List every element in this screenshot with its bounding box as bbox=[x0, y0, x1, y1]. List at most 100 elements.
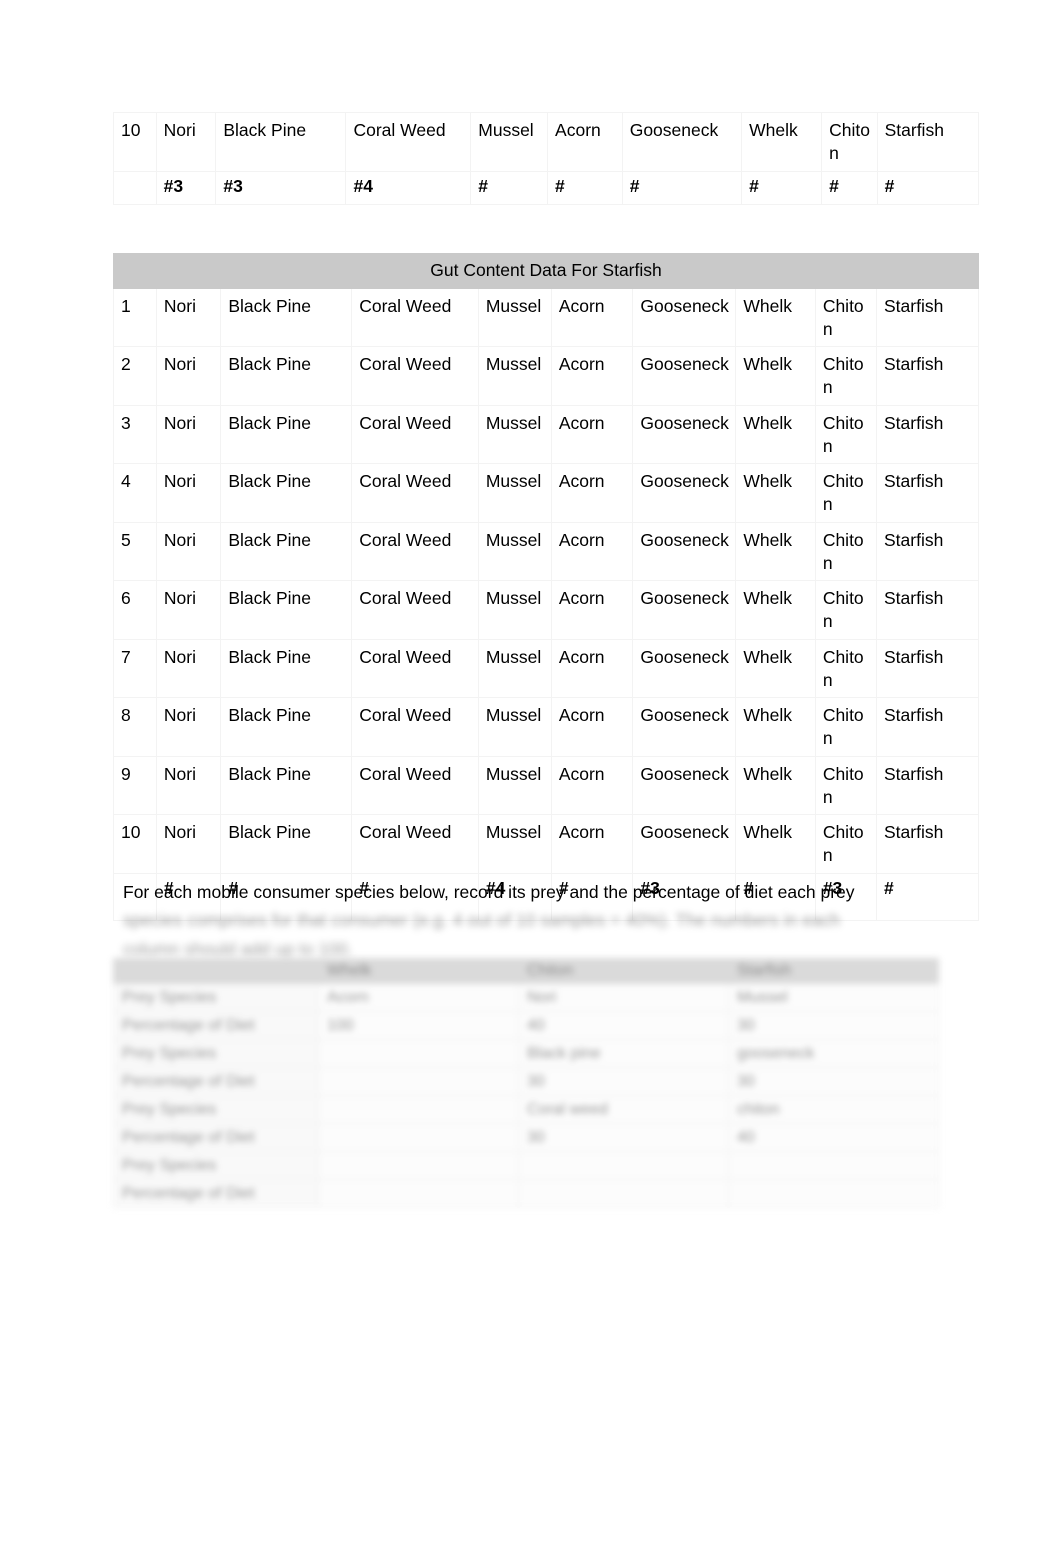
cell-mussel[interactable]: Mussel bbox=[477, 346, 552, 406]
tally-coral-weed[interactable]: #4 bbox=[345, 170, 472, 206]
cell-coral-weed[interactable]: Coral Weed bbox=[351, 638, 479, 699]
cell-starfish[interactable]: Starfish bbox=[875, 697, 980, 757]
cell-acorn[interactable]: Acorn bbox=[550, 638, 634, 699]
cell-acorn[interactable]: Acorn bbox=[550, 697, 634, 757]
cell-whelk[interactable]: Whelk bbox=[735, 580, 816, 640]
cell-gooseneck[interactable]: Gooseneck bbox=[632, 287, 737, 348]
tally-acorn[interactable]: # bbox=[547, 170, 623, 206]
cell-gooseneck[interactable]: Gooseneck bbox=[632, 638, 737, 699]
cell-mussel[interactable]: Mussel bbox=[477, 463, 552, 523]
cell-nori[interactable]: Nori bbox=[155, 697, 222, 757]
diet-cell[interactable]: Acorn bbox=[318, 983, 519, 1012]
cell-black-pine[interactable]: Black Pine bbox=[220, 287, 353, 348]
cell-acorn[interactable]: Acorn bbox=[550, 346, 634, 406]
cell-coral-weed[interactable]: Coral Weed bbox=[351, 697, 479, 757]
cell-chiton[interactable]: Chiton bbox=[814, 814, 877, 874]
cell-mussel[interactable]: Mussel bbox=[477, 521, 552, 582]
cell-chiton[interactable]: Chiton bbox=[814, 580, 877, 640]
cell-starfish[interactable]: Starfish bbox=[875, 287, 980, 348]
cell-chiton[interactable]: Chiton bbox=[814, 404, 877, 465]
diet-cell[interactable]: 40 bbox=[728, 1123, 939, 1152]
cell-starfish[interactable]: Starfish bbox=[875, 521, 980, 582]
cell-acorn[interactable]: Acorn bbox=[547, 112, 623, 172]
cell-chiton[interactable]: Chiton bbox=[814, 521, 877, 582]
tally-chiton[interactable]: # bbox=[821, 170, 878, 206]
diet-cell[interactable]: Black pine bbox=[518, 1039, 729, 1068]
tally-nori[interactable]: #3 bbox=[155, 170, 217, 206]
cell-black-pine[interactable]: Black Pine bbox=[220, 814, 353, 874]
cell-gooseneck[interactable]: Gooseneck bbox=[632, 346, 737, 406]
cell-coral-weed[interactable]: Coral Weed bbox=[351, 814, 479, 874]
cell-starfish[interactable]: Starfish bbox=[875, 638, 980, 699]
cell-chiton[interactable]: Chiton bbox=[814, 638, 877, 699]
cell-chiton[interactable]: Chiton bbox=[814, 346, 877, 406]
diet-cell[interactable]: 30 bbox=[728, 1011, 939, 1040]
cell-acorn[interactable]: Acorn bbox=[550, 463, 634, 523]
cell-acorn[interactable]: Acorn bbox=[550, 580, 634, 640]
cell-coral-weed[interactable]: Coral Weed bbox=[351, 521, 479, 582]
cell-acorn[interactable]: Acorn bbox=[550, 814, 634, 874]
cell-whelk[interactable]: Whelk bbox=[735, 404, 816, 465]
cell-black-pine[interactable]: Black Pine bbox=[220, 521, 353, 582]
diet-cell[interactable]: chiton bbox=[728, 1095, 939, 1124]
tally-whelk[interactable]: # bbox=[741, 170, 823, 206]
diet-cell[interactable] bbox=[318, 1095, 519, 1124]
cell-whelk[interactable]: Whelk bbox=[735, 697, 816, 757]
cell-chiton[interactable]: Chiton bbox=[814, 463, 877, 523]
diet-cell[interactable]: 40 bbox=[518, 1011, 729, 1040]
cell-nori[interactable]: Nori bbox=[155, 580, 222, 640]
cell-mussel[interactable]: Mussel bbox=[470, 112, 549, 172]
cell-mussel[interactable]: Mussel bbox=[477, 814, 552, 874]
cell-nori[interactable]: Nori bbox=[155, 404, 222, 465]
tally-gooseneck[interactable]: # bbox=[621, 170, 743, 206]
diet-cell[interactable]: 100 bbox=[318, 1011, 519, 1040]
diet-cell[interactable] bbox=[728, 1179, 939, 1208]
diet-cell[interactable]: gooseneck bbox=[728, 1039, 939, 1068]
cell-coral-weed[interactable]: Coral Weed bbox=[351, 404, 479, 465]
cell-mussel[interactable]: Mussel bbox=[477, 638, 552, 699]
cell-whelk[interactable]: Whelk bbox=[735, 755, 816, 816]
cell-gooseneck[interactable]: Gooseneck bbox=[632, 697, 737, 757]
cell-whelk[interactable]: Whelk bbox=[735, 346, 816, 406]
cell-chiton[interactable]: Chiton bbox=[814, 287, 877, 348]
cell-black-pine[interactable]: Black Pine bbox=[220, 638, 353, 699]
cell-coral-weed[interactable]: Coral Weed bbox=[351, 463, 479, 523]
cell-mussel[interactable]: Mussel bbox=[477, 404, 552, 465]
cell-coral-weed[interactable]: Coral Weed bbox=[345, 112, 472, 172]
cell-gooseneck[interactable]: Gooseneck bbox=[632, 404, 737, 465]
cell-black-pine[interactable]: Black Pine bbox=[220, 346, 353, 406]
cell-mussel[interactable]: Mussel bbox=[477, 755, 552, 816]
diet-cell[interactable]: 30 bbox=[518, 1123, 729, 1152]
diet-cell[interactable] bbox=[318, 1179, 519, 1208]
diet-cell[interactable] bbox=[318, 1039, 519, 1068]
cell-whelk[interactable]: Whelk bbox=[735, 814, 816, 874]
cell-gooseneck[interactable]: Gooseneck bbox=[632, 580, 737, 640]
tally-mussel[interactable]: # bbox=[470, 170, 549, 206]
cell-chiton[interactable]: Chiton bbox=[821, 112, 878, 172]
cell-starfish[interactable]: Starfish bbox=[875, 346, 980, 406]
cell-black-pine[interactable]: Black Pine bbox=[220, 580, 353, 640]
diet-cell[interactable] bbox=[318, 1067, 519, 1096]
cell-coral-weed[interactable]: Coral Weed bbox=[351, 580, 479, 640]
cell-acorn[interactable]: Acorn bbox=[550, 287, 634, 348]
cell-nori[interactable]: Nori bbox=[155, 638, 222, 699]
cell-nori[interactable]: Nori bbox=[155, 463, 222, 523]
cell-nori[interactable]: Nori bbox=[155, 112, 217, 172]
cell-gooseneck[interactable]: Gooseneck bbox=[632, 755, 737, 816]
cell-mussel[interactable]: Mussel bbox=[477, 697, 552, 757]
cell-black-pine[interactable]: Black Pine bbox=[220, 755, 353, 816]
cell-acorn[interactable]: Acorn bbox=[550, 521, 634, 582]
tally-starfish[interactable]: # bbox=[876, 170, 980, 206]
tally-black-pine[interactable]: #3 bbox=[215, 170, 347, 206]
cell-gooseneck[interactable]: Gooseneck bbox=[632, 463, 737, 523]
cell-starfish[interactable]: Starfish bbox=[876, 112, 980, 172]
cell-coral-weed[interactable]: Coral Weed bbox=[351, 346, 479, 406]
diet-cell[interactable] bbox=[518, 1151, 729, 1180]
diet-cell[interactable]: Nori bbox=[518, 983, 729, 1012]
cell-starfish[interactable]: Starfish bbox=[875, 463, 980, 523]
cell-chiton[interactable]: Chiton bbox=[814, 697, 877, 757]
diet-cell[interactable] bbox=[318, 1151, 519, 1180]
cell-whelk[interactable]: Whelk bbox=[735, 521, 816, 582]
diet-cell[interactable]: 30 bbox=[518, 1067, 729, 1096]
diet-cell[interactable] bbox=[318, 1123, 519, 1152]
